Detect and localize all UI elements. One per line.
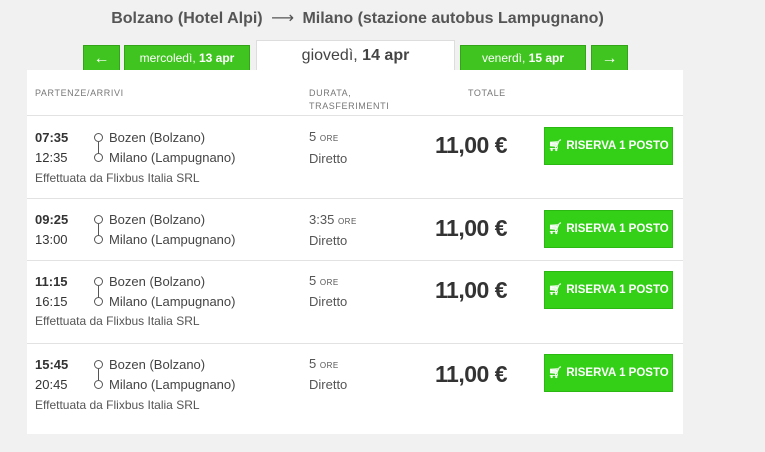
trip-duration: 5 ORE xyxy=(309,273,339,288)
departure-stop-icon xyxy=(94,277,103,286)
tab-weekday: giovedì, xyxy=(301,47,358,64)
arrival-stop: Milano (Lampugnano) xyxy=(109,150,236,165)
column-header-duration-line2: TRASFERIMENTI xyxy=(309,101,390,111)
book-seat-label: RISERVA 1 POSTO xyxy=(566,367,669,379)
arrival-time: 12:35 xyxy=(35,150,68,165)
departure-time: 09:25 xyxy=(35,212,69,227)
transfers-label: Diretto xyxy=(309,377,348,392)
book-seat-button[interactable]: 🛒︎ RISERVA 1 POSTO xyxy=(544,271,673,309)
arrival-stop-icon xyxy=(94,235,103,244)
cart-icon: 🛒︎ xyxy=(548,223,563,235)
arrival-time: 20:45 xyxy=(35,377,68,392)
departure-stop-icon xyxy=(94,133,103,142)
trip-row: 07:35 12:35 Bozen (Bolzano) Milano (Lamp… xyxy=(27,115,683,198)
cart-icon: 🛒︎ xyxy=(548,284,563,296)
arrival-time: 13:00 xyxy=(35,232,68,247)
book-seat-button[interactable]: 🛒︎ RISERVA 1 POSTO xyxy=(544,354,673,392)
trip-duration: 5 ORE xyxy=(309,356,339,371)
arrival-stop-icon xyxy=(94,297,103,306)
book-seat-button[interactable]: 🛒︎ RISERVA 1 POSTO xyxy=(544,210,673,248)
departure-time: 11:15 xyxy=(35,274,68,289)
book-seat-button[interactable]: 🛒︎ RISERVA 1 POSTO xyxy=(544,127,673,165)
results-panel: PARTENZE/ARRIVI DURATA, TRASFERIMENTI TO… xyxy=(27,70,683,434)
destination-label: Milano (stazione autobus Lampugnano) xyxy=(302,10,604,27)
arrival-stop: Milano (Lampugnano) xyxy=(109,294,236,309)
duration-value: 5 xyxy=(309,129,317,144)
column-header-duration: DURATA, TRASFERIMENTI xyxy=(309,87,389,113)
trip-row: 09:25 13:00 Bozen (Bolzano) Milano (Lamp… xyxy=(27,198,683,260)
departure-stop-icon xyxy=(94,215,103,224)
duration-unit: ORE xyxy=(319,278,339,287)
prev-day-button[interactable]: ← xyxy=(83,45,120,72)
duration-unit: ORE xyxy=(319,134,339,143)
trip-row: 11:15 16:15 Bozen (Bolzano) Milano (Lamp… xyxy=(27,260,683,343)
trip-price: 11,00 € xyxy=(435,132,507,158)
book-seat-label: RISERVA 1 POSTO xyxy=(566,140,669,152)
tab-date: 13 apr xyxy=(199,51,235,65)
column-header-total: TOTALE xyxy=(468,88,506,98)
trip-price: 11,00 € xyxy=(435,215,507,241)
tab-weekday: venerdì, xyxy=(481,51,526,65)
column-header-duration-line1: DURATA, xyxy=(309,88,352,98)
duration-unit: ORE xyxy=(337,217,357,226)
origin-label: Bolzano (Hotel Alpi) xyxy=(111,10,263,27)
trip-price: 11,00 € xyxy=(435,277,507,303)
departure-stop: Bozen (Bolzano) xyxy=(109,130,206,145)
tab-day-next[interactable]: venerdì, 15 apr xyxy=(460,45,586,72)
departure-stop: Bozen (Bolzano) xyxy=(109,274,206,289)
operator-label: Effettuata da Flixbus Italia SRL xyxy=(35,171,200,185)
duration-unit: ORE xyxy=(319,361,339,370)
duration-value: 3:35 xyxy=(309,212,335,227)
tab-day-current[interactable]: giovedì, 14 apr xyxy=(256,40,455,72)
trip-price: 11,00 € xyxy=(435,361,507,387)
operator-label: Effettuata da Flixbus Italia SRL xyxy=(35,314,200,328)
transfers-label: Diretto xyxy=(309,233,348,248)
cart-icon: 🛒︎ xyxy=(548,367,563,379)
duration-value: 5 xyxy=(309,273,317,288)
departure-stop-icon xyxy=(94,360,103,369)
operator-label: Effettuata da Flixbus Italia SRL xyxy=(35,398,200,412)
trip-duration: 3:35 ORE xyxy=(309,212,357,227)
column-header-departures: PARTENZE/ARRIVI xyxy=(35,88,124,98)
departure-time: 15:45 xyxy=(35,357,69,372)
trip-duration: 5 ORE xyxy=(309,129,339,144)
tab-date: 15 apr xyxy=(528,51,565,65)
tab-weekday: mercoledì, xyxy=(139,51,196,65)
arrival-stop-icon xyxy=(94,380,103,389)
arrival-stop-icon xyxy=(94,153,103,162)
departure-stop: Bozen (Bolzano) xyxy=(109,357,206,372)
departure-time: 07:35 xyxy=(35,130,69,145)
book-seat-label: RISERVA 1 POSTO xyxy=(566,223,669,235)
route-title: Bolzano (Hotel Alpi) ⟶ Milano (stazione … xyxy=(0,8,715,28)
arrival-stop: Milano (Lampugnano) xyxy=(109,377,236,392)
cart-icon: 🛒︎ xyxy=(548,140,563,152)
next-day-button[interactable]: → xyxy=(591,45,628,72)
tab-date: 14 apr xyxy=(362,47,410,64)
arrival-time: 16:15 xyxy=(35,294,68,309)
arrival-stop: Milano (Lampugnano) xyxy=(109,232,236,247)
tab-day-prev[interactable]: mercoledì, 13 apr xyxy=(124,45,250,72)
route-arrow-icon: ⟶ xyxy=(271,10,294,27)
book-seat-label: RISERVA 1 POSTO xyxy=(566,284,669,296)
duration-value: 5 xyxy=(309,356,317,371)
transfers-label: Diretto xyxy=(309,151,348,166)
trip-row: 15:45 20:45 Bozen (Bolzano) Milano (Lamp… xyxy=(27,343,683,434)
departure-stop: Bozen (Bolzano) xyxy=(109,212,206,227)
transfers-label: Diretto xyxy=(309,294,348,309)
